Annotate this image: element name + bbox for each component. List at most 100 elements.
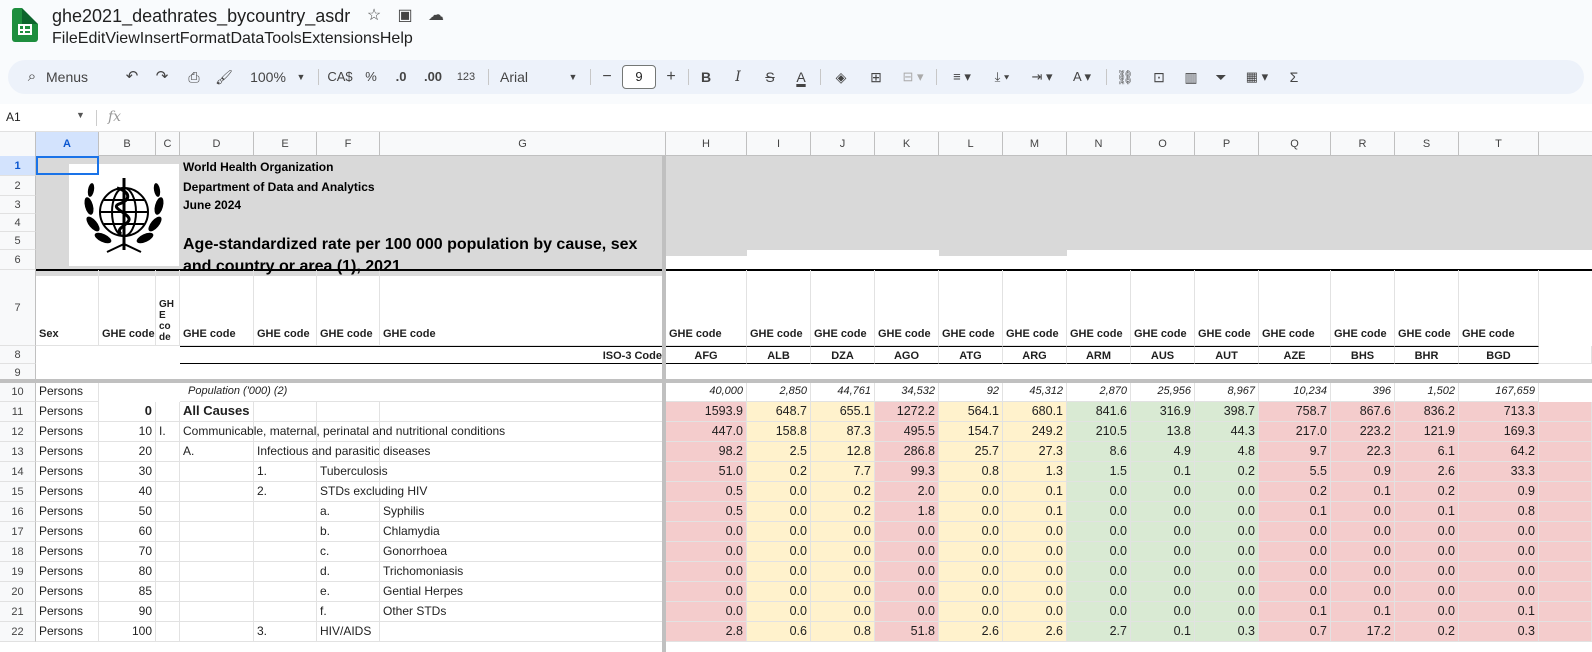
cell-rate-AGO[interactable]: 1.8 <box>875 502 939 522</box>
cell-rate-AZE[interactable]: 0.0 <box>1259 582 1331 602</box>
cell-rate-ALB[interactable]: 0.0 <box>747 602 811 622</box>
row-header-2[interactable]: 2 <box>0 176 36 196</box>
undo-icon[interactable]: ↶ <box>122 60 142 94</box>
header-ghe-code[interactable]: GHE code <box>875 270 939 346</box>
column-header-T[interactable]: T <box>1459 132 1539 156</box>
sheets-logo-icon[interactable] <box>12 8 38 42</box>
cell-level-e[interactable]: Infectious and parasitic diseases <box>254 442 430 462</box>
cell-rate-BGD[interactable]: 0.0 <box>1459 522 1539 542</box>
cell-rate-BHS[interactable]: 867.6 <box>1331 402 1395 422</box>
cell-rate-BHS[interactable]: 17.2 <box>1331 622 1395 642</box>
header-ghe-code[interactable]: GHE code <box>1459 270 1539 346</box>
increase-font-size-icon[interactable]: + <box>662 60 680 94</box>
row-header-7[interactable]: 7 <box>0 270 36 346</box>
row-header-5[interactable]: 5 <box>0 232 36 250</box>
population-value[interactable]: 167,659 <box>1459 382 1539 402</box>
cell-rate-ATG[interactable]: 0.0 <box>939 562 1003 582</box>
text-wrapping-icon[interactable]: ⇥ ▾ <box>1026 60 1058 94</box>
cell-rate-AGO[interactable]: 0.0 <box>875 602 939 622</box>
text-color-icon[interactable]: A <box>790 60 812 94</box>
header-ghe-code[interactable]: GHE code <box>1195 270 1259 346</box>
menu-format[interactable]: Format <box>180 30 231 50</box>
column-header-D[interactable]: D <box>180 132 254 156</box>
population-value[interactable]: 45,312 <box>1003 382 1067 402</box>
cell-partial[interactable] <box>1539 462 1592 482</box>
cell-ghe-code[interactable]: 50 <box>99 502 156 522</box>
cell-rate-BHS[interactable]: 0.9 <box>1331 462 1395 482</box>
cell-rate-DZA[interactable]: 0.8 <box>811 622 875 642</box>
cell-rate-AUS[interactable]: 0.0 <box>1131 542 1195 562</box>
cell-rate-AUS[interactable]: 0.0 <box>1131 602 1195 622</box>
header-ghe-code[interactable]: GHE code <box>317 270 380 346</box>
cell-level-e[interactable] <box>254 562 317 582</box>
cell-rate-BHS[interactable]: 223.2 <box>1331 422 1395 442</box>
redo-icon[interactable]: ↷ <box>152 60 172 94</box>
cell-rate-AFG[interactable]: 0.0 <box>666 542 747 562</box>
cell-rate-DZA[interactable]: 0.0 <box>811 582 875 602</box>
header-ghe-code[interactable]: GHE code <box>1131 270 1195 346</box>
cell-sex[interactable]: Persons <box>36 582 99 602</box>
iso-code-ALB[interactable]: ALB <box>747 346 811 364</box>
cell-rate-BHS[interactable]: 22.3 <box>1331 442 1395 462</box>
cell-rate-BGD[interactable]: 0.0 <box>1459 582 1539 602</box>
cell-rate-DZA[interactable]: 7.7 <box>811 462 875 482</box>
header-ghe-code[interactable]: GHE code <box>811 270 875 346</box>
cell-level-c[interactable] <box>156 602 180 622</box>
cell-rate-ALB[interactable]: 648.7 <box>747 402 811 422</box>
cell-level-c[interactable] <box>156 462 180 482</box>
cell-rate-BHR[interactable]: 6.1 <box>1395 442 1459 462</box>
search-icon[interactable]: ⌕ <box>22 60 42 94</box>
cell-ghe-code[interactable]: 90 <box>99 602 156 622</box>
population-value[interactable]: 40,000 <box>666 382 747 402</box>
population-value[interactable]: 396 <box>1331 382 1395 402</box>
header-ghe-code[interactable]: GHE code <box>666 270 747 346</box>
cell-rate-ALB[interactable]: 0.0 <box>747 542 811 562</box>
vertical-align-icon[interactable]: ⤓ ▾ <box>986 60 1018 94</box>
cell-rate-DZA[interactable]: 12.8 <box>811 442 875 462</box>
cell-rate-ATG[interactable]: 0.0 <box>939 502 1003 522</box>
cell-rate-AZE[interactable]: 0.1 <box>1259 602 1331 622</box>
cell-rate-ALB[interactable]: 0.2 <box>747 462 811 482</box>
cell-level-d[interactable] <box>180 562 254 582</box>
cell-rate-DZA[interactable]: 655.1 <box>811 402 875 422</box>
cell-ghe-code[interactable]: 40 <box>99 482 156 502</box>
cell-level-f[interactable]: a. <box>317 502 380 522</box>
population-value[interactable]: 10,234 <box>1259 382 1331 402</box>
decrease-font-size-icon[interactable]: − <box>598 60 616 94</box>
population-value[interactable]: 2,870 <box>1067 382 1131 402</box>
paint-format-icon[interactable]: 🖌 <box>214 60 234 94</box>
iso-code-BGD[interactable]: BGD <box>1459 346 1539 364</box>
cell-partial[interactable] <box>1539 562 1592 582</box>
cell-partial[interactable] <box>1539 442 1592 462</box>
cell-rate-AUT[interactable]: 0.2 <box>1195 462 1259 482</box>
cell-level-e[interactable]: 2. <box>254 482 317 502</box>
chevron-down-icon[interactable]: ▼ <box>566 60 580 94</box>
cell-rate-AFG[interactable]: 0.5 <box>666 482 747 502</box>
population-value[interactable]: 2,850 <box>747 382 811 402</box>
cell-rate-AUS[interactable]: 4.9 <box>1131 442 1195 462</box>
row-header-4[interactable]: 4 <box>0 214 36 232</box>
header-ghe-code[interactable]: GHE code <box>99 270 156 346</box>
cell-rate-AZE[interactable]: 217.0 <box>1259 422 1331 442</box>
zoom-select[interactable]: 100% <box>246 60 290 94</box>
row-header-22[interactable]: 22 <box>0 622 36 642</box>
italic-icon[interactable]: I <box>728 60 748 94</box>
cell-rate-AUS[interactable]: 316.9 <box>1131 402 1195 422</box>
cell-level-c[interactable]: I. <box>156 422 180 442</box>
cell-level-c[interactable] <box>156 442 180 462</box>
cell-level-f[interactable] <box>317 402 380 422</box>
cell-level-g[interactable]: Chlamydia <box>380 522 666 542</box>
cell-rate-AUS[interactable]: 13.8 <box>1131 422 1195 442</box>
cell-rate-ATG[interactable]: 154.7 <box>939 422 1003 442</box>
cloud-status-icon[interactable]: ☁ <box>426 6 446 26</box>
cell-rate-AZE[interactable]: 9.7 <box>1259 442 1331 462</box>
cell-rate-BHR[interactable]: 0.0 <box>1395 542 1459 562</box>
cell-rate-AUT[interactable]: 44.3 <box>1195 422 1259 442</box>
cell-rate-ATG[interactable]: 0.8 <box>939 462 1003 482</box>
cell-rate-BHR[interactable]: 0.2 <box>1395 622 1459 642</box>
frozen-column-divider[interactable] <box>662 156 666 652</box>
cell-level-f[interactable] <box>317 442 380 462</box>
borders-icon[interactable]: ⊞ <box>866 60 886 94</box>
column-header-I[interactable]: I <box>747 132 811 156</box>
header-ghe-code[interactable]: GHE code <box>1003 270 1067 346</box>
